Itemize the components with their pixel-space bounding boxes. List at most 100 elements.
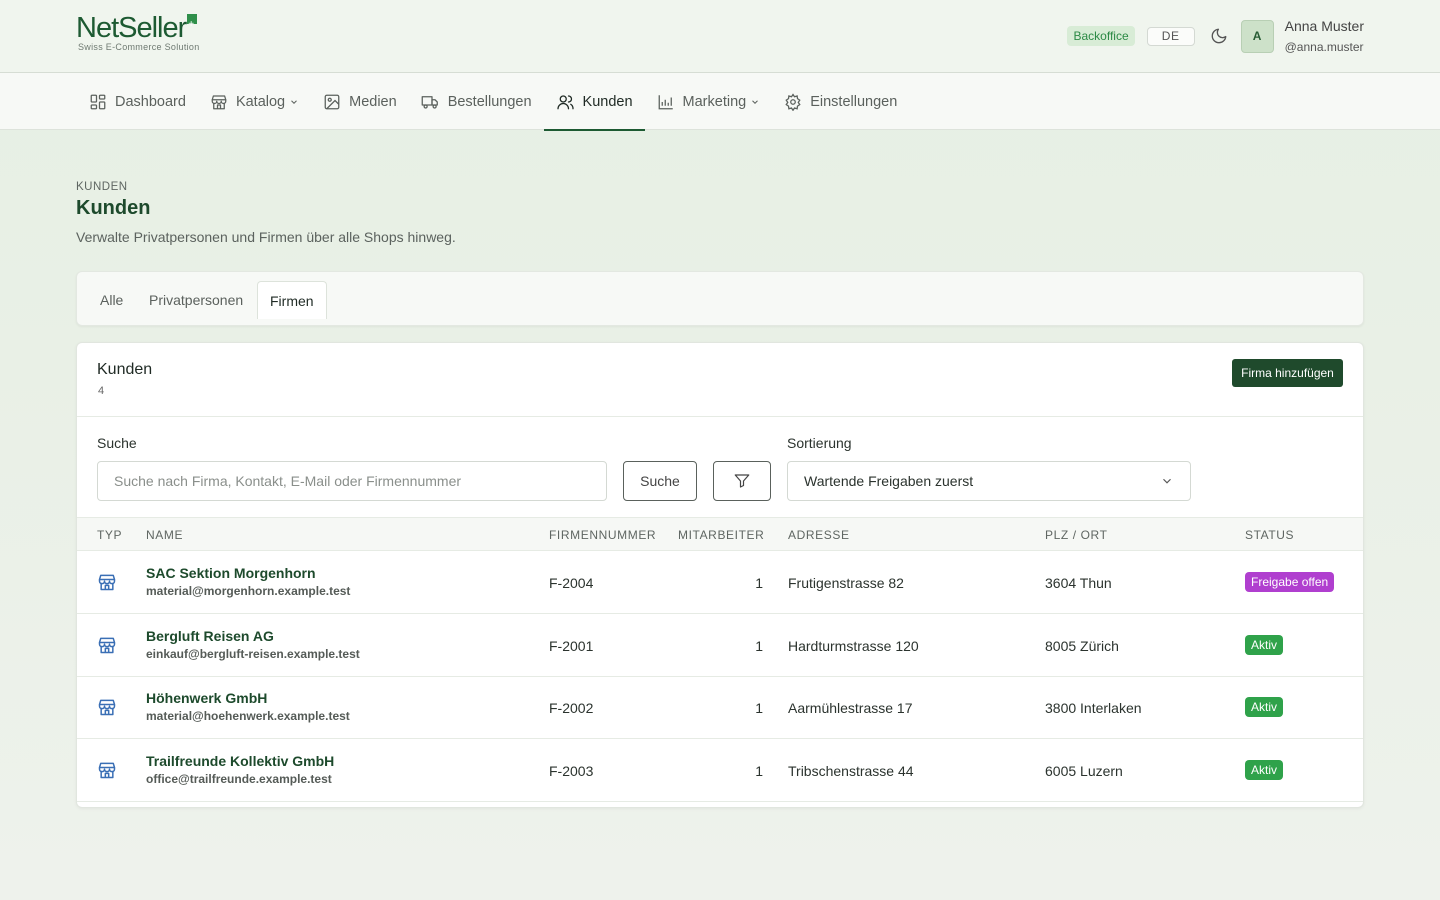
add-company-button[interactable]: Firma hinzufügen — [1232, 359, 1343, 387]
card-title: Kunden — [97, 361, 153, 378]
address: Tribschenstrasse 44 — [788, 763, 914, 779]
main-nav: Dashboard Katalog Medien Bestellungen Ku… — [0, 73, 1440, 131]
top-header: NetSeller Swiss E-Commerce Solution Back… — [0, 0, 1440, 73]
nav-label: Marketing — [682, 93, 747, 110]
nav-label: Einstellungen — [810, 93, 898, 110]
company-number: F-2001 — [549, 638, 594, 654]
table-row[interactable]: Bergluft Reisen AG einkauf@bergluft-reis… — [77, 614, 1363, 677]
brand-tagline: Swiss E-Commerce Solution — [78, 42, 200, 52]
nav-label: Katalog — [235, 93, 286, 110]
chevron-down-icon — [291, 99, 297, 104]
tab-privatpersonen[interactable]: Privatpersonen — [137, 281, 255, 319]
address: Frutigenstrasse 82 — [788, 575, 904, 591]
table-row[interactable]: SAC Sektion Morgenhorn material@morgenho… — [77, 551, 1363, 614]
company-number: F-2003 — [549, 763, 594, 779]
nav-item-dashboard[interactable]: Dashboard — [77, 73, 198, 130]
company-email: material@hoehenwerk.example.test — [146, 709, 350, 723]
logo-wordmark: NetSeller — [76, 10, 200, 43]
sort-select[interactable]: Wartende Freigaben zuerst — [787, 461, 1191, 501]
employee-count: 1 — [755, 700, 763, 716]
customer-count: 4 — [98, 385, 105, 397]
netseller-logo[interactable]: NetSeller Swiss E-Commerce Solution — [76, 10, 200, 52]
column-header-address[interactable]: ADRESSE — [788, 528, 850, 542]
tab-firmen[interactable]: Firmen — [257, 281, 327, 319]
nav-label: Kunden — [582, 93, 633, 110]
address: Aarmühlestrasse 17 — [788, 700, 913, 716]
avatar[interactable]: A — [1240, 19, 1274, 53]
employee-count: 1 — [755, 763, 763, 779]
company-email: office@trailfreunde.example.test — [146, 772, 332, 786]
company-email: material@morgenhorn.example.test — [146, 584, 351, 598]
logo-leaf-icon — [187, 10, 198, 40]
user-name: Anna Muster — [1284, 18, 1364, 34]
sort-value: Wartende Freigaben zuerst — [804, 473, 974, 489]
company-number: F-2004 — [549, 575, 594, 591]
column-header-type[interactable]: TYP — [97, 528, 122, 542]
tab-alle[interactable]: Alle — [88, 281, 135, 319]
divider — [77, 416, 1363, 417]
customers-card: Kunden 4 Firma hinzufügen Suche Suche So… — [76, 342, 1364, 808]
status-badge: Aktiv — [1245, 697, 1284, 717]
city: 8005 Zürich — [1045, 638, 1119, 654]
company-number: F-2002 — [549, 700, 594, 716]
company-email: einkauf@bergluft-reisen.example.test — [146, 647, 360, 661]
theme-toggle-button[interactable] — [1207, 24, 1231, 48]
column-header-number[interactable]: FIRMENNUMMER — [549, 528, 656, 542]
address: Hardturmstrasse 120 — [788, 638, 919, 654]
status-badge: Aktiv — [1245, 635, 1284, 655]
search-button[interactable]: Suche — [623, 461, 697, 501]
nav-item-marketing[interactable]: Marketing — [645, 73, 773, 130]
page-title: Kunden — [76, 197, 151, 219]
user-handle: @anna.muster — [1284, 40, 1364, 54]
company-name[interactable]: Bergluft Reisen AG — [146, 628, 274, 644]
gear-icon — [785, 92, 801, 111]
nav-item-medien[interactable]: Medien — [311, 73, 409, 130]
customer-type-tabs: Alle Privatpersonen Firmen — [76, 271, 1364, 326]
status-badge: Aktiv — [1245, 760, 1284, 780]
header-actions: Backoffice DE A Anna Muster @anna.muster — [1067, 18, 1364, 54]
page-subtitle: Verwalte Privatpersonen und Firmen über … — [76, 229, 456, 245]
city: 3604 Thun — [1045, 575, 1112, 591]
city: 6005 Luzern — [1045, 763, 1123, 779]
chevron-down-icon — [1163, 478, 1171, 484]
filter-button[interactable] — [713, 461, 771, 501]
nav-label: Medien — [349, 93, 397, 110]
truck-icon — [421, 95, 438, 109]
users-icon — [556, 94, 574, 109]
image-icon — [324, 94, 340, 109]
search-label: Suche — [97, 435, 137, 451]
filter-icon — [734, 474, 750, 488]
moon-icon — [1211, 28, 1227, 44]
employee-count: 1 — [755, 575, 763, 591]
store-icon — [211, 94, 227, 109]
column-header-status[interactable]: STATUS — [1245, 528, 1294, 542]
sort-label: Sortierung — [787, 435, 852, 451]
table-header: TYP NAME FIRMENNUMMER MITARBEITER ADRESS… — [77, 517, 1363, 551]
nav-item-einstellungen[interactable]: Einstellungen — [772, 73, 909, 130]
nav-item-bestellungen[interactable]: Bestellungen — [409, 73, 544, 130]
company-name[interactable]: SAC Sektion Morgenhorn — [146, 565, 316, 581]
user-info[interactable]: Anna Muster @anna.muster — [1285, 18, 1364, 54]
column-header-employees[interactable]: MITARBEITER — [678, 528, 764, 542]
search-input[interactable] — [97, 461, 607, 501]
nav-item-kunden[interactable]: Kunden — [543, 73, 645, 131]
language-switcher[interactable]: DE — [1146, 26, 1195, 46]
city: 3800 Interlaken — [1045, 700, 1142, 716]
env-badge: Backoffice — [1067, 26, 1135, 46]
table-row[interactable]: Trailfreunde Kollektiv GmbH office@trail… — [77, 739, 1363, 802]
company-name[interactable]: Trailfreunde Kollektiv GmbH — [146, 753, 334, 769]
store-icon — [98, 762, 116, 779]
table-row[interactable]: Höhenwerk GmbH material@hoehenwerk.examp… — [77, 676, 1363, 739]
dashboard-icon — [90, 94, 106, 109]
nav-item-katalog[interactable]: Katalog — [198, 73, 311, 130]
store-icon — [98, 699, 116, 716]
column-header-city[interactable]: PLZ / ORT — [1045, 528, 1108, 542]
breadcrumb: KUNDEN — [76, 181, 128, 193]
company-name[interactable]: Höhenwerk GmbH — [146, 690, 267, 706]
chart-icon — [658, 94, 673, 109]
column-header-name[interactable]: NAME — [146, 528, 183, 542]
store-icon — [98, 637, 116, 654]
status-badge: Freigabe offen — [1245, 572, 1335, 592]
employee-count: 1 — [755, 638, 763, 654]
nav-label: Dashboard — [115, 93, 186, 110]
